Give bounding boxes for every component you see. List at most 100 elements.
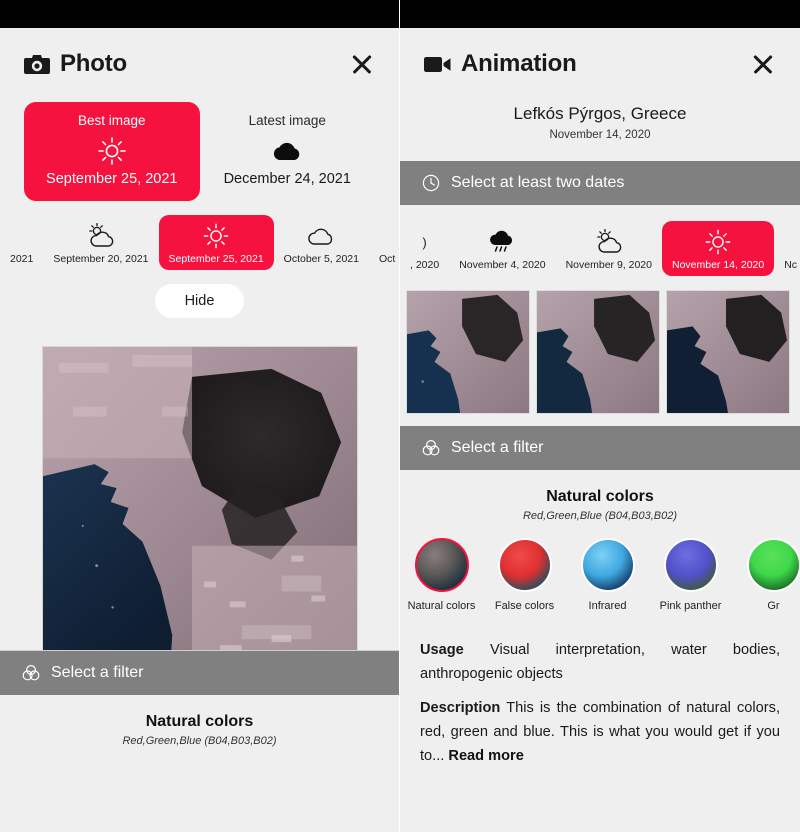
venn-filter-icon [22, 664, 40, 682]
rain-cloud-icon [459, 227, 545, 257]
location-name: Lefkós Pýrgos, Greece [513, 104, 687, 123]
close-icon[interactable] [750, 51, 776, 77]
filter-thumb-false-colors [497, 538, 552, 592]
satellite-image-large [41, 346, 358, 667]
venn-filter-icon [422, 439, 440, 457]
filter-option-infrared[interactable]: Infrared [566, 538, 649, 612]
usage-paragraph: Usage Visual interpretation, water bodie… [420, 638, 780, 686]
select-filter-label: Select a filter [51, 664, 144, 681]
cloud-outline-icon [284, 221, 359, 251]
location-block: Lefkós Pýrgos, Greece November 14, 2020 [400, 78, 800, 141]
sun-behind-cloud-icon [566, 227, 652, 257]
sun-icon [30, 134, 194, 168]
animation-frame-thumb[interactable] [406, 290, 530, 414]
latest-image-card[interactable]: Latest image December 24, 2021 [200, 102, 376, 201]
filter-option-false-colors[interactable]: False colors [483, 538, 566, 612]
filter-thumb-pink-panther [663, 538, 718, 592]
timeline-item-sep25-selected[interactable]: September 25, 2021 [158, 215, 274, 270]
close-icon[interactable] [349, 51, 375, 77]
satellite-image-wrap [0, 346, 399, 667]
filter-option-label: Infrared [588, 600, 627, 612]
filter-thumb-natural-colors [414, 538, 469, 592]
animation-frames-row [400, 276, 800, 426]
filter-thumb-infrared [580, 538, 635, 592]
filter-option-label: Gr [767, 600, 780, 612]
photo-date-timeline[interactable]: 2021 September 20, 2021 September 25, 20… [0, 215, 399, 270]
filter-option-natural-colors[interactable]: Natural colors [400, 538, 483, 612]
photo-panel-title: Photo [60, 50, 127, 77]
timeline-item-nov14-selected[interactable]: November 14, 2020 [661, 221, 775, 276]
animation-filter-title-wrap: Natural colors Red,Green,Blue (B04,B03,B… [400, 470, 800, 522]
filter-description-block: Usage Visual interpretation, water bodie… [400, 624, 800, 768]
best-image-label: Best image [77, 113, 146, 128]
timeline-date: 2021 [10, 253, 34, 265]
select-dates-label: Select at least two dates [451, 174, 625, 191]
filter-title: Natural colors [145, 713, 254, 730]
photo-panel: Photo Best image September 25, 2021 Late… [0, 0, 399, 832]
filter-option-label: Natural colors [407, 600, 476, 612]
usage-text: Visual interpretation, water bodies, ant… [420, 642, 780, 682]
location-date: November 14, 2020 [549, 129, 651, 141]
read-more-link[interactable]: Read more [448, 748, 523, 764]
best-image-date: September 25, 2021 [46, 171, 178, 187]
status-bar [0, 0, 399, 28]
timeline-date: October 5, 2021 [283, 253, 359, 265]
description-label: Description [420, 700, 501, 716]
select-filter-bar[interactable]: Select a filter [0, 650, 399, 695]
timeline-item-nov9[interactable]: November 9, 2020 [556, 221, 662, 276]
animation-panel-header: Animation [400, 28, 800, 78]
timeline-date: November 9, 2020 [565, 259, 652, 271]
hide-button[interactable]: Hide [154, 284, 245, 318]
latest-image-label: Latest image [248, 113, 326, 128]
filter-options-row[interactable]: Natural colors False colors Infrared Pin… [400, 522, 800, 624]
hide-button-row: Hide [0, 284, 399, 318]
paren-clip-icon: ) [422, 234, 427, 250]
filter-option-green-clipped[interactable]: Gr [732, 538, 800, 612]
video-camera-icon [424, 55, 451, 74]
timeline-date: Nc [784, 259, 798, 271]
timeline-item-sep20[interactable]: September 20, 2021 [43, 215, 158, 270]
clock-icon [422, 174, 440, 192]
timeline-date: September 25, 2021 [168, 253, 264, 265]
animation-frame-thumb[interactable] [536, 290, 660, 414]
description-paragraph: Description This is the combination of n… [420, 696, 780, 768]
timeline-item-edge-left[interactable]: ) , 2020 [400, 221, 449, 276]
timeline-date: , 2020 [410, 259, 440, 271]
animation-date-timeline[interactable]: ) , 2020 November 4, 2020 November 9, 20… [400, 221, 800, 276]
timeline-date: November 4, 2020 [459, 259, 546, 271]
filter-thumb-green [746, 538, 800, 592]
timeline-date: Oct [378, 253, 396, 265]
filter-option-label: False colors [494, 600, 555, 612]
timeline-item-edge-right[interactable]: Oct [369, 215, 399, 270]
timeline-date: November 14, 2020 [671, 259, 765, 271]
timeline-item-edge-left[interactable]: 2021 [0, 215, 43, 270]
select-filter-label: Select a filter [451, 439, 544, 456]
filter-subtitle: Red,Green,Blue (B04,B03,B02) [522, 510, 678, 522]
filter-option-pink-panther[interactable]: Pink panther [649, 538, 732, 612]
animation-frame-thumb[interactable] [666, 290, 790, 414]
app-screen: Photo Best image September 25, 2021 Late… [0, 0, 800, 832]
timeline-item-edge-right[interactable]: Nc [774, 221, 800, 276]
filter-title: Natural colors [546, 488, 654, 505]
timeline-item-nov4[interactable]: November 4, 2020 [449, 221, 555, 276]
photo-filter-title-wrap: Natural colors Red,Green,Blue (B04,B03,B… [0, 695, 399, 747]
select-dates-notice-bar: Select at least two dates [400, 161, 800, 205]
select-filter-bar[interactable]: Select a filter [400, 426, 800, 470]
camera-icon [24, 54, 50, 75]
cloud-filled-icon [206, 134, 370, 168]
photo-panel-header: Photo [0, 28, 399, 78]
status-bar [400, 0, 800, 28]
animation-panel-title: Animation [461, 50, 577, 77]
filter-subtitle: Red,Green,Blue (B04,B03,B02) [122, 735, 277, 747]
sun-behind-cloud-icon [53, 221, 148, 251]
animation-header-left: Animation [424, 50, 577, 78]
usage-label: Usage [420, 642, 464, 658]
timeline-date: September 20, 2021 [53, 253, 149, 265]
photo-header-left: Photo [24, 50, 127, 78]
timeline-item-oct5[interactable]: October 5, 2021 [274, 215, 369, 270]
image-choice-cards: Best image September 25, 2021 Latest ima… [0, 78, 399, 201]
sun-icon [672, 227, 764, 257]
animation-panel: Animation Lefkós Pýrgos, Greece November… [400, 0, 800, 832]
best-image-card[interactable]: Best image September 25, 2021 [24, 102, 200, 201]
sun-icon [169, 221, 264, 251]
